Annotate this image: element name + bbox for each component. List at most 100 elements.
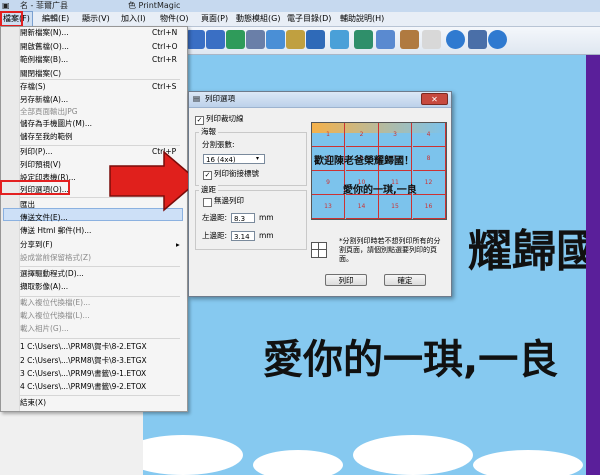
dialog-title: 列印選項 — [205, 94, 235, 103]
file-menu-item[interactable]: 設成當前保留格式(Z) — [20, 253, 91, 263]
file-menu-item[interactable]: 儲存為手機圖片(M)... — [20, 119, 92, 129]
borderless-checkbox[interactable] — [203, 198, 212, 207]
preview-page-cell[interactable]: 3 — [379, 123, 412, 147]
file-menu-item[interactable]: 載入複位代換檔(L)... — [20, 311, 90, 321]
menu-insert[interactable]: 加入(I) — [119, 12, 148, 26]
top-margin-label: 上邊距: — [202, 231, 228, 240]
file-menu-item[interactable]: 範例檔案(B)... — [20, 55, 68, 65]
preview-page-cell[interactable]: 12 — [412, 171, 446, 195]
user-icon[interactable] — [306, 30, 325, 49]
file-menu-item[interactable]: 選擇驅動程式(D)... — [20, 269, 84, 279]
preview-page-cell[interactable]: 16 — [412, 195, 446, 219]
ok-button[interactable]: 確定 — [384, 274, 426, 286]
photo-icon[interactable] — [330, 30, 349, 49]
menu-separator — [20, 338, 180, 339]
poster-preview[interactable]: 1 2 3 4 5 6 7 8 9 10 11 12 13 14 15 16 歡迎陳老爸榮耀歸國！ 愛你的一琪… — [311, 122, 447, 220]
file-menu-item[interactable]: 分享到(F) — [20, 240, 53, 250]
menu-bar: 檔案(F) 編輯(E) 顯示(V) 加入(I) 物件(O) 頁面(P) 動態模組… — [0, 11, 600, 27]
file-menu-item[interactable]: 關閉檔案(C) — [20, 69, 61, 79]
file-menu-item[interactable]: 全部頁面輸出JPG — [20, 107, 78, 117]
play-icon[interactable] — [488, 30, 507, 49]
menu-page[interactable]: 頁面(P) — [199, 12, 230, 26]
preview-page-cell[interactable]: 14 — [345, 195, 379, 219]
submenu-arrow-icon: ▸ — [176, 240, 180, 249]
page-grid-icon[interactable] — [311, 242, 327, 258]
chevron-down-icon: ▾ — [256, 155, 260, 162]
file-menu-item[interactable]: 列印預視(V) — [20, 160, 61, 170]
print-button[interactable]: 列印 — [325, 274, 367, 286]
dialog-icon: ▤ — [193, 94, 201, 103]
file-menu-item[interactable]: 載入複位代換檔(E)... — [20, 298, 90, 308]
stamp-icon[interactable] — [400, 30, 419, 49]
menu-view[interactable]: 顯示(V) — [80, 12, 112, 26]
menu-shortcut: Ctrl+N — [152, 28, 178, 37]
preview-page-cell[interactable]: 8 — [412, 147, 446, 171]
file-menu-item[interactable]: 儲存至我的範例 — [20, 132, 73, 142]
menu-ecatalog[interactable]: 電子目錄(D) — [285, 12, 333, 26]
file-menu-item[interactable]: 傳送 Html 郵件(H)... — [20, 226, 91, 236]
canvas-right-border — [586, 55, 600, 475]
preview-page-cell[interactable]: 9 — [312, 171, 345, 195]
cloud-shape — [473, 450, 583, 475]
mobile-icon[interactable] — [468, 30, 487, 49]
file-menu-item[interactable]: 載入相片(G)... — [20, 324, 69, 334]
split-print-note: *分割列印時若不想列印所有的分割頁面，請個別點選要列印的頁面。 — [339, 237, 441, 263]
file-menu-item[interactable]: 開新檔案(N)... — [20, 28, 69, 38]
menu-separator — [20, 395, 180, 396]
file-menu-item[interactable]: 2 C:\Users\...\PRM8\賀卡\8-3.ETGX — [20, 356, 147, 366]
cloud-shape — [143, 435, 243, 475]
file-menu-item[interactable]: 列印(P)... — [20, 147, 53, 157]
help-icon[interactable] — [446, 30, 465, 49]
file-menu-item[interactable]: 3 C:\Users\...\PRM9\書籤\9-1.ETOX — [20, 369, 146, 379]
image-icon[interactable] — [266, 30, 285, 49]
undo-icon[interactable] — [186, 30, 205, 49]
preview-page-cell[interactable]: 13 — [312, 195, 345, 219]
cloud-shape — [353, 435, 473, 475]
redo-icon[interactable] — [206, 30, 225, 49]
menu-edit[interactable]: 編輯(E) — [40, 12, 71, 26]
file-menu-item[interactable]: 擷取影像(A)... — [20, 282, 68, 292]
dialog-close-button[interactable]: ✕ — [421, 93, 448, 105]
zoom-icon[interactable] — [246, 30, 265, 49]
file-menu-item[interactable]: 結束(X) — [20, 398, 46, 408]
frame-icon[interactable] — [354, 30, 373, 49]
preview-page-cell[interactable]: 1 — [312, 123, 345, 147]
menu-shortcut: Ctrl+S — [152, 82, 177, 91]
file-menu-item[interactable]: 開啟舊檔(O)... — [20, 42, 69, 52]
menu-help[interactable]: 輔助說明(H) — [338, 12, 386, 26]
calendar-icon[interactable] — [422, 30, 441, 49]
preview-subtitle: 愛你的一琪,一良 — [343, 185, 417, 196]
file-menu-item[interactable]: 匯出 — [20, 200, 35, 210]
file-menu-item[interactable]: 傳送文件(E)... — [20, 213, 68, 223]
menu-shortcut: Ctrl+O — [152, 42, 178, 51]
preview-page-cell[interactable]: 4 — [412, 123, 446, 147]
canvas-subline: 愛你的一琪,一良 — [263, 337, 559, 383]
menu-dynamic[interactable]: 動態模組(G) — [234, 12, 282, 26]
file-menu-item[interactable]: 1 C:\Users\...\PRM8\賀卡\8-2.ETGX — [20, 342, 147, 352]
preview-title: 歡迎陳老爸榮耀歸國！ — [314, 156, 414, 167]
preview-page-cell[interactable]: 2 — [345, 123, 379, 147]
preview-page-cell[interactable]: 15 — [379, 195, 412, 219]
file-menu-item[interactable]: 4 C:\Users\...\PRM9\書籤\9-2.ETOX — [20, 382, 146, 392]
joint-marks-checkbox[interactable]: ✓ — [203, 171, 212, 180]
menu-object[interactable]: 物件(O) — [158, 12, 191, 26]
borderless-label: 無邊列印 — [214, 196, 244, 205]
picture-icon[interactable] — [376, 30, 395, 49]
menu-separator — [20, 296, 180, 297]
refresh-icon[interactable] — [226, 30, 245, 49]
file-menu-item[interactable]: 另存新檔(A)... — [20, 95, 68, 105]
split-count-label: 分割張數: — [202, 140, 235, 149]
top-margin-input[interactable]: 3.14 — [231, 231, 255, 241]
left-margin-label: 左邊距: — [202, 213, 228, 222]
window-title-bar: ▣ 名 - 菲爾广县 色 PrintMagic — [0, 0, 600, 12]
left-margin-input[interactable]: 8.3 — [231, 213, 255, 223]
print-options-highlight-box — [0, 180, 70, 195]
dialog-title-bar: ▤ 列印選項 — [189, 92, 451, 108]
file-menu-highlight-box — [0, 11, 23, 27]
file-menu-item[interactable]: 存檔(S) — [20, 82, 46, 92]
canvas-headline: 耀歸國！ — [468, 226, 586, 277]
cloud-shape — [253, 450, 343, 475]
left-margin-unit: mm — [259, 213, 274, 222]
text-icon[interactable] — [286, 30, 305, 49]
crop-marks-checkbox[interactable]: ✓ — [195, 116, 204, 125]
